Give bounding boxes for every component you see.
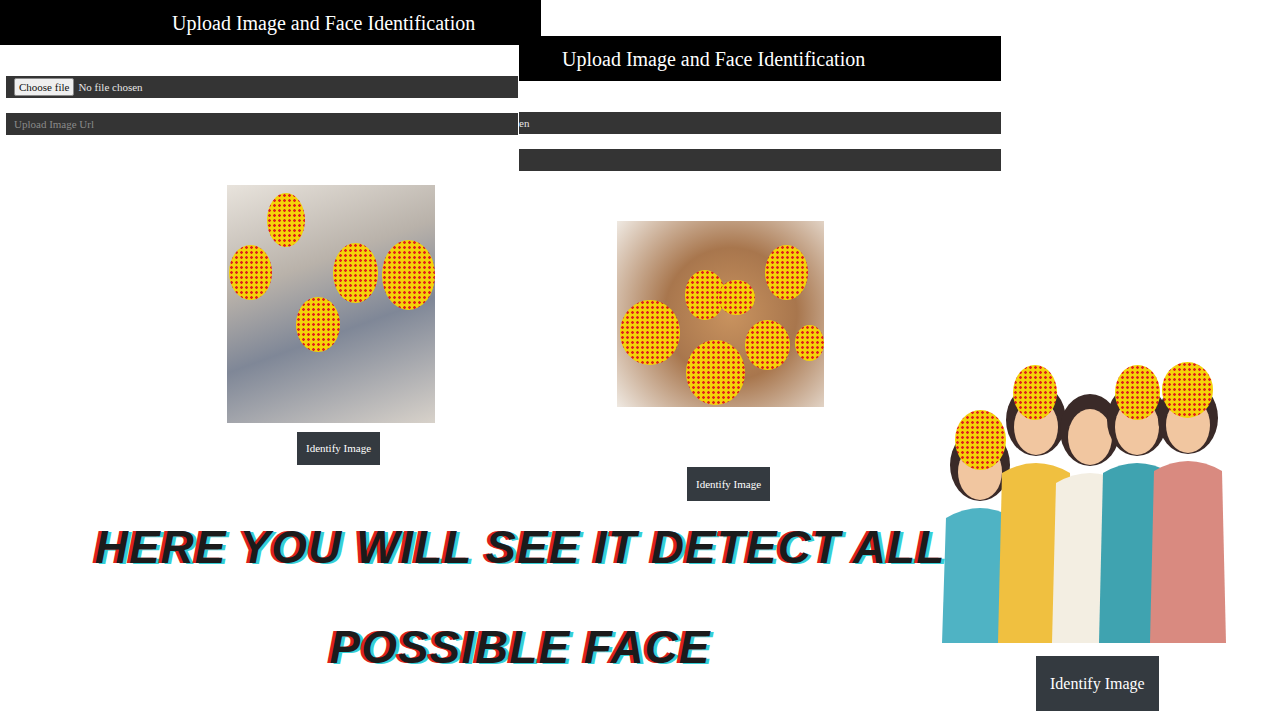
- file-input[interactable]: Choose fileNo file chosen: [6, 76, 518, 98]
- app-window: Identify Image: [930, 335, 1260, 711]
- file-status: en: [519, 115, 529, 132]
- face-mesh-icon: [382, 240, 435, 310]
- face-mesh-icon: [745, 320, 790, 370]
- choose-file-button[interactable]: Choose file: [14, 78, 74, 96]
- face-mesh-icon: [686, 340, 745, 405]
- identify-image-button[interactable]: Identify Image: [687, 467, 770, 501]
- face-mesh-icon: [296, 297, 340, 352]
- face-mesh-icon: [1115, 365, 1160, 420]
- caption-line: HERE YOU WILL SEE IT DETECT ALL: [0, 497, 1040, 597]
- face-mesh-icon: [765, 245, 808, 300]
- face-mesh-icon: [718, 280, 755, 315]
- identify-image-button[interactable]: Identify Image: [297, 432, 380, 465]
- collage: Upload Image and Face Identification Choo…: [0, 0, 1280, 720]
- url-bar: [6, 113, 518, 135]
- image-url-field[interactable]: [14, 116, 518, 133]
- app-window: Upload Image and Face Identification Choo…: [0, 0, 541, 465]
- uploaded-photo: [930, 335, 1260, 643]
- identify-image-button[interactable]: Identify Image: [1036, 656, 1159, 711]
- uploaded-photo: [227, 185, 435, 423]
- title-bar: Upload Image and Face Identification: [0, 0, 541, 45]
- face-mesh-icon: [795, 325, 824, 361]
- window-title: Upload Image and Face Identification: [562, 44, 865, 74]
- window-title: Upload Image and Face Identification: [172, 8, 475, 38]
- caption: HERE YOU WILL SEE IT DETECT ALLPOSSIBLE …: [0, 497, 1040, 697]
- file-status: No file chosen: [78, 79, 142, 96]
- face-mesh-icon: [333, 243, 378, 303]
- caption-line: POSSIBLE FACE: [0, 597, 1040, 697]
- app-window: Upload Image and Face Identification en Id…: [519, 36, 1001, 501]
- face-mesh-icon: [955, 410, 1006, 470]
- url-bar: [519, 149, 1001, 171]
- face-mesh-icon: [267, 193, 305, 247]
- face-mesh-icon: [620, 300, 680, 365]
- face-mesh-icon: [1162, 362, 1213, 418]
- face-mesh-icon: [1013, 365, 1057, 420]
- file-input[interactable]: en: [519, 112, 1001, 134]
- title-bar: Upload Image and Face Identification: [519, 36, 1001, 81]
- face-mesh-icon: [229, 245, 272, 300]
- uploaded-photo: [617, 221, 824, 407]
